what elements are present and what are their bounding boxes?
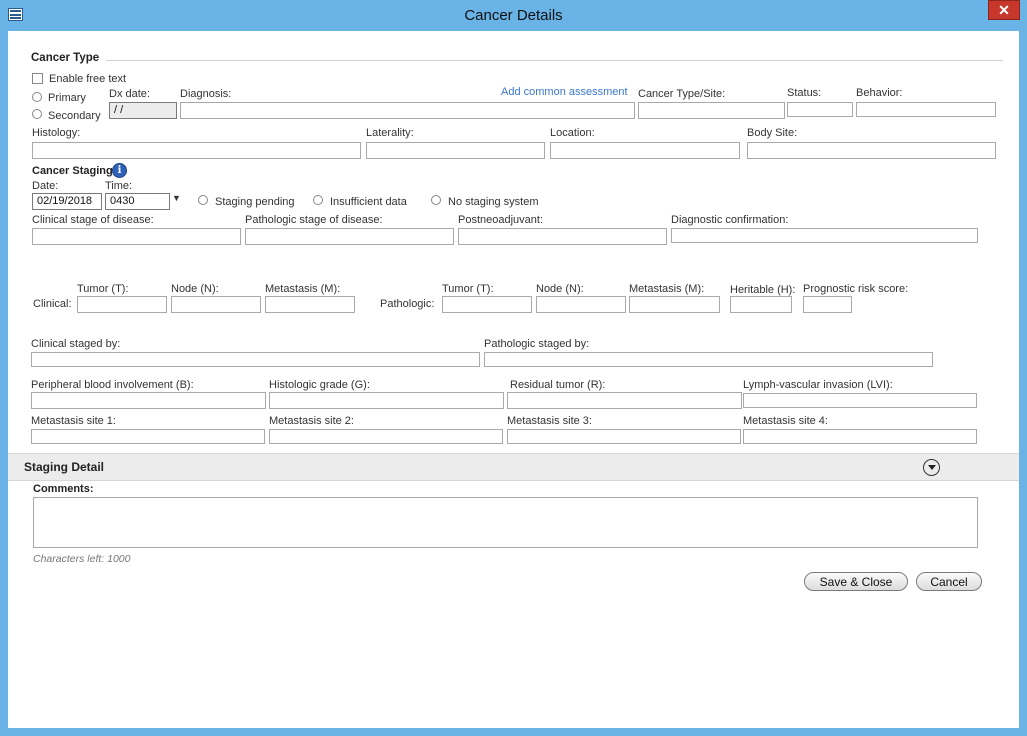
section-divider (106, 60, 1003, 61)
histology-label: Histology: (32, 127, 81, 139)
secondary-radio[interactable] (32, 109, 42, 119)
metastasis-site-3-input[interactable] (507, 429, 741, 444)
staging-detail-heading: Staging Detail (24, 460, 105, 474)
clinical-stage-input[interactable] (32, 228, 241, 245)
comments-label: Comments: (33, 483, 94, 495)
residual-tumor-label: Residual tumor (R): (510, 379, 606, 391)
clinical-staged-by-label: Clinical staged by: (31, 338, 121, 350)
staging-date-input[interactable]: 02/19/2018 (32, 193, 102, 210)
enable-free-text-label: Enable free text (49, 73, 127, 85)
title-bar: Cancer Details ✕ (0, 0, 1027, 31)
cancer-type-heading: Cancer Type (31, 52, 100, 64)
cancer-type-site-input[interactable] (638, 102, 785, 119)
no-staging-system-radio[interactable] (431, 195, 441, 205)
metastasis-site-3-label: Metastasis site 3: (507, 415, 592, 427)
pathologic-tumor-label: Tumor (T): (442, 283, 494, 295)
location-label: Location: (550, 127, 595, 139)
chevron-down-icon[interactable] (923, 459, 940, 476)
close-button[interactable]: ✕ (988, 0, 1020, 20)
time-dropdown-arrow-icon[interactable]: ▼ (172, 193, 181, 203)
behavior-input[interactable] (856, 102, 996, 117)
diagnostic-confirmation-label: Diagnostic confirmation: (671, 214, 789, 226)
primary-radio[interactable] (32, 92, 42, 102)
cancel-button[interactable]: Cancel (916, 572, 982, 591)
comments-textarea[interactable] (33, 497, 978, 548)
behavior-label: Behavior: (856, 87, 903, 99)
characters-left-text: Characters left: 1000 (33, 553, 131, 565)
heritable-label: Heritable (H): (730, 284, 796, 296)
cancer-staging-heading: Cancer Staging (32, 165, 113, 177)
pathologic-node-input[interactable] (536, 296, 626, 313)
clinical-stage-label: Clinical stage of disease: (32, 214, 154, 226)
peripheral-blood-label: Peripheral blood involvement (B): (31, 379, 194, 391)
clinical-label: Clinical: (33, 298, 72, 310)
clinical-staged-by-input[interactable] (31, 352, 480, 367)
metastasis-site-4-label: Metastasis site 4: (743, 415, 828, 427)
clinical-node-label: Node (N): (171, 283, 219, 295)
residual-tumor-input[interactable] (507, 392, 742, 409)
primary-label: Primary (48, 92, 86, 104)
body-site-label: Body Site: (747, 127, 798, 139)
staging-date-label: Date: (32, 180, 59, 192)
dx-date-input[interactable]: / / (109, 102, 177, 119)
pathologic-tumor-input[interactable] (442, 296, 532, 313)
insufficient-data-radio[interactable] (313, 195, 323, 205)
pathologic-staged-by-input[interactable] (484, 352, 933, 367)
pathologic-label: Pathologic: (380, 298, 435, 310)
info-icon[interactable]: i (112, 163, 127, 178)
save-close-button[interactable]: Save & Close (804, 572, 908, 591)
staging-time-input[interactable]: 0430 (105, 193, 170, 210)
clinical-node-input[interactable] (171, 296, 261, 313)
laterality-input[interactable] (366, 142, 545, 159)
postneoadjuvant-label: Postneoadjuvant: (458, 214, 544, 226)
metastasis-site-1-input[interactable] (31, 429, 265, 444)
secondary-label: Secondary (48, 110, 101, 122)
insufficient-data-label: Insufficient data (330, 196, 407, 208)
pathologic-metastasis-label: Metastasis (M): (629, 283, 705, 295)
dx-date-label: Dx date: (109, 88, 150, 100)
dialog-body: Cancer Type Enable free text Primary Sec… (8, 31, 1019, 728)
metastasis-site-1-label: Metastasis site 1: (31, 415, 116, 427)
no-staging-system-label: No staging system (448, 196, 539, 208)
heritable-input[interactable] (730, 296, 792, 313)
postneoadjuvant-input[interactable] (458, 228, 667, 245)
staging-pending-radio[interactable] (198, 195, 208, 205)
clinical-metastasis-input[interactable] (265, 296, 355, 313)
diagnostic-confirmation-input[interactable] (671, 228, 978, 243)
location-input[interactable] (550, 142, 740, 159)
lymph-vascular-label: Lymph-vascular invasion (LVI): (743, 379, 893, 391)
pathologic-node-label: Node (N): (536, 283, 584, 295)
metastasis-site-2-input[interactable] (269, 429, 503, 444)
histologic-grade-input[interactable] (269, 392, 504, 409)
lymph-vascular-input[interactable] (743, 393, 977, 408)
add-common-assessment-link[interactable]: Add common assessment (501, 86, 628, 98)
status-input[interactable] (787, 102, 853, 117)
histology-input[interactable] (32, 142, 361, 159)
status-label: Status: (787, 87, 822, 99)
diagnosis-input[interactable] (180, 102, 635, 119)
pathologic-metastasis-input[interactable] (629, 296, 720, 313)
prognostic-risk-input[interactable] (803, 296, 852, 313)
metastasis-site-4-input[interactable] (743, 429, 977, 444)
clinical-metastasis-label: Metastasis (M): (265, 283, 341, 295)
body-site-input[interactable] (747, 142, 996, 159)
staging-detail-header[interactable]: Staging Detail (8, 453, 1019, 481)
metastasis-site-2-label: Metastasis site 2: (269, 415, 354, 427)
window-title: Cancer Details (464, 7, 563, 24)
prognostic-risk-label: Prognostic risk score: (803, 283, 909, 295)
diagnosis-label: Diagnosis: (180, 88, 232, 100)
pathologic-stage-input[interactable] (245, 228, 454, 245)
staging-time-label: Time: (105, 180, 133, 192)
clinical-tumor-label: Tumor (T): (77, 283, 129, 295)
histologic-grade-label: Histologic grade (G): (269, 379, 370, 391)
enable-free-text-checkbox[interactable] (32, 73, 43, 84)
pathologic-staged-by-label: Pathologic staged by: (484, 338, 590, 350)
peripheral-blood-input[interactable] (31, 392, 266, 409)
laterality-label: Laterality: (366, 127, 414, 139)
pathologic-stage-label: Pathologic stage of disease: (245, 214, 383, 226)
cancer-type-site-label: Cancer Type/Site: (638, 88, 726, 100)
staging-pending-label: Staging pending (215, 196, 295, 208)
clinical-tumor-input[interactable] (77, 296, 167, 313)
